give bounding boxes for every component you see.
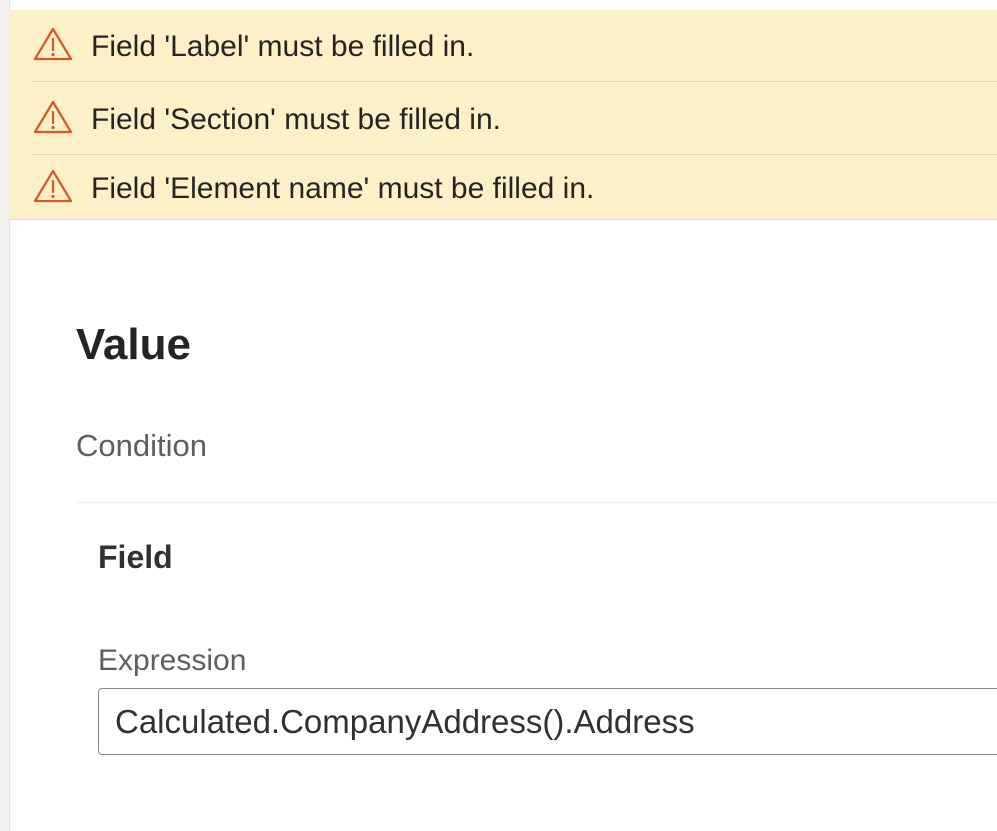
notification-text: Field 'Label' must be filled in.: [91, 30, 475, 63]
expression-input[interactable]: [98, 688, 997, 755]
notification-bar: Field 'Label' must be filled in. Field '…: [9, 10, 997, 220]
warning-triangle-icon: [33, 169, 73, 203]
form-page: Field 'Label' must be filled in. Field '…: [0, 0, 997, 831]
notification-text: Field 'Element name' must be filled in.: [91, 172, 595, 205]
warning-triangle-icon: [33, 100, 73, 134]
notification-item: Field 'Section' must be filled in.: [31, 83, 997, 155]
notification-text: Field 'Section' must be filled in.: [91, 103, 501, 136]
field-heading: Field: [98, 539, 173, 575]
divider: [76, 502, 997, 503]
expression-label: Expression: [98, 644, 247, 677]
notification-item: Field 'Element name' must be filled in.: [31, 156, 997, 219]
notification-item: Field 'Label' must be filled in.: [31, 10, 997, 82]
warning-triangle-icon: [33, 27, 73, 61]
condition-label: Condition: [76, 428, 207, 463]
section-title: Value: [76, 320, 191, 369]
